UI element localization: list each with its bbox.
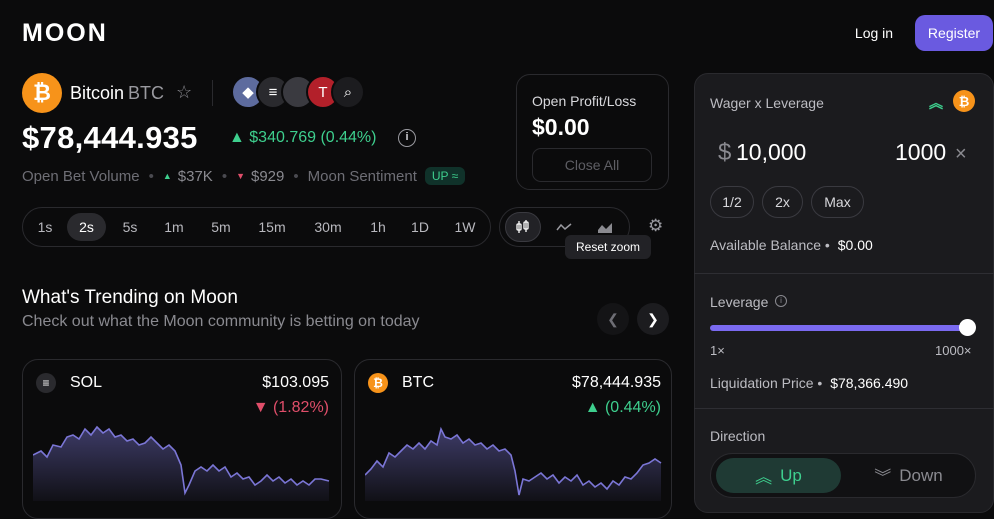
timeframe-1m[interactable]: 1m: [159, 213, 189, 241]
login-button[interactable]: Log in: [846, 22, 902, 44]
down-volume: $929: [251, 167, 285, 185]
profit-loss-value: $0.00: [532, 114, 590, 140]
leverage-slider-handle[interactable]: [959, 319, 976, 336]
leverage-input[interactable]: 1000: [895, 139, 946, 166]
balance-value: $0.00: [837, 237, 873, 253]
divider: [212, 80, 213, 106]
sol-sparkline: [33, 425, 330, 501]
separator-dot: •: [221, 167, 228, 185]
trending-card-price: $103.095: [262, 374, 329, 391]
timeframe-30m[interactable]: 30m: [308, 213, 348, 241]
leverage-max-label: 1000×: [935, 343, 972, 358]
search-icon[interactable]: ⌕: [331, 75, 365, 109]
max-wager-button[interactable]: Max: [811, 186, 864, 218]
info-icon[interactable]: i: [775, 295, 787, 307]
separator-dot: •: [148, 167, 154, 185]
wager-input[interactable]: 10,000: [736, 139, 806, 166]
available-balance: Available Balance • $0.00: [710, 237, 873, 253]
timeframe-15m[interactable]: 15m: [254, 213, 290, 241]
trending-card-name: BTC: [402, 374, 434, 391]
double-chevron-up-icon: ︽: [755, 468, 773, 487]
direction-down-label: Down: [899, 465, 943, 485]
liquidation-price: Liquidation Price • $78,366.490: [710, 375, 909, 391]
direction-label: Direction: [710, 428, 766, 444]
related-tokens: ◆ ≡ T ⌕: [231, 75, 365, 111]
carousel-next-button[interactable]: ❯: [637, 303, 669, 335]
double-chevron-up-icon: ︽: [929, 95, 943, 111]
down-arrow-icon: ▼: [236, 171, 245, 181]
up-volume: $37K: [177, 167, 213, 185]
timeframe-5s[interactable]: 5s: [116, 213, 144, 241]
balance-label: Available Balance: [710, 237, 822, 253]
candlestick-icon[interactable]: [505, 212, 541, 242]
separator-dot: •: [293, 167, 299, 185]
direction-up-label: Up: [780, 465, 802, 485]
up-arrow-icon: ▲: [162, 171, 172, 181]
reset-zoom-tooltip: Reset zoom: [565, 235, 651, 259]
half-wager-button[interactable]: 1/2: [710, 186, 754, 218]
moon-logo[interactable]: MOON: [22, 21, 108, 46]
wager-label: Wager x Leverage: [710, 95, 824, 111]
asset-title[interactable]: Bitcoin BTC: [70, 83, 164, 104]
bitcoin-icon: ₿: [22, 73, 62, 113]
liquidation-value: $78,366.490: [830, 375, 909, 391]
info-icon[interactable]: i: [398, 129, 416, 147]
profit-loss-label: Open Profit/Loss: [532, 93, 637, 109]
timeframe-1h[interactable]: 1h: [365, 213, 391, 241]
direction-up-button[interactable]: ︽ Up: [716, 458, 841, 493]
solana-icon: ≡: [36, 373, 56, 393]
gear-icon[interactable]: ⚙: [648, 216, 663, 236]
divider: [694, 408, 994, 409]
leverage-label: Leverage: [710, 294, 769, 310]
price-change: ▲ $340.769 (0.44%): [229, 129, 377, 146]
bitcoin-icon: ₿: [368, 373, 388, 393]
asset-price: $78,444.935: [22, 120, 198, 155]
bet-stats: Open Bet Volume • ▲ $37K • ▼ $929 • Moon…: [22, 167, 466, 185]
timeframe-1s[interactable]: 1s: [31, 213, 59, 241]
timeframe-2s[interactable]: 2s: [67, 213, 106, 241]
leverage-min-label: 1×: [710, 343, 725, 358]
timeframe-1w[interactable]: 1W: [450, 213, 480, 241]
sentiment-badge: UP ≈: [424, 167, 466, 185]
register-button[interactable]: Register: [915, 15, 993, 51]
currency-symbol: $: [718, 139, 732, 166]
btc-sparkline: [365, 426, 662, 501]
bitcoin-icon: ₿: [953, 90, 975, 112]
double-chevron-down-icon: ︾: [874, 468, 892, 487]
carousel-prev-button[interactable]: ❮: [597, 303, 629, 335]
timeframe-5m[interactable]: 5m: [205, 213, 237, 241]
asset-name: Bitcoin: [70, 83, 125, 103]
trending-title: What's Trending on Moon: [22, 287, 238, 308]
trending-card-name: SOL: [70, 374, 103, 391]
divider: [694, 273, 994, 274]
close-all-button[interactable]: Close All: [532, 148, 652, 182]
leverage-multiplier-icon: ×: [955, 143, 967, 165]
sentiment-label: Moon Sentiment: [307, 167, 417, 185]
trending-card-price: $78,444.935: [572, 374, 661, 391]
double-wager-button[interactable]: 2x: [762, 186, 803, 218]
liquidation-label: Liquidation Price: [710, 375, 814, 391]
star-icon[interactable]: ☆: [176, 82, 192, 103]
leverage-slider-track[interactable]: [710, 325, 968, 331]
timeframe-1d[interactable]: 1D: [406, 213, 434, 241]
trending-subtitle: Check out what the Moon community is bet…: [22, 313, 420, 330]
direction-down-button[interactable]: ︾ Down: [846, 458, 971, 493]
asset-ticker: BTC: [128, 83, 165, 103]
open-bet-volume-label: Open Bet Volume: [22, 167, 140, 185]
